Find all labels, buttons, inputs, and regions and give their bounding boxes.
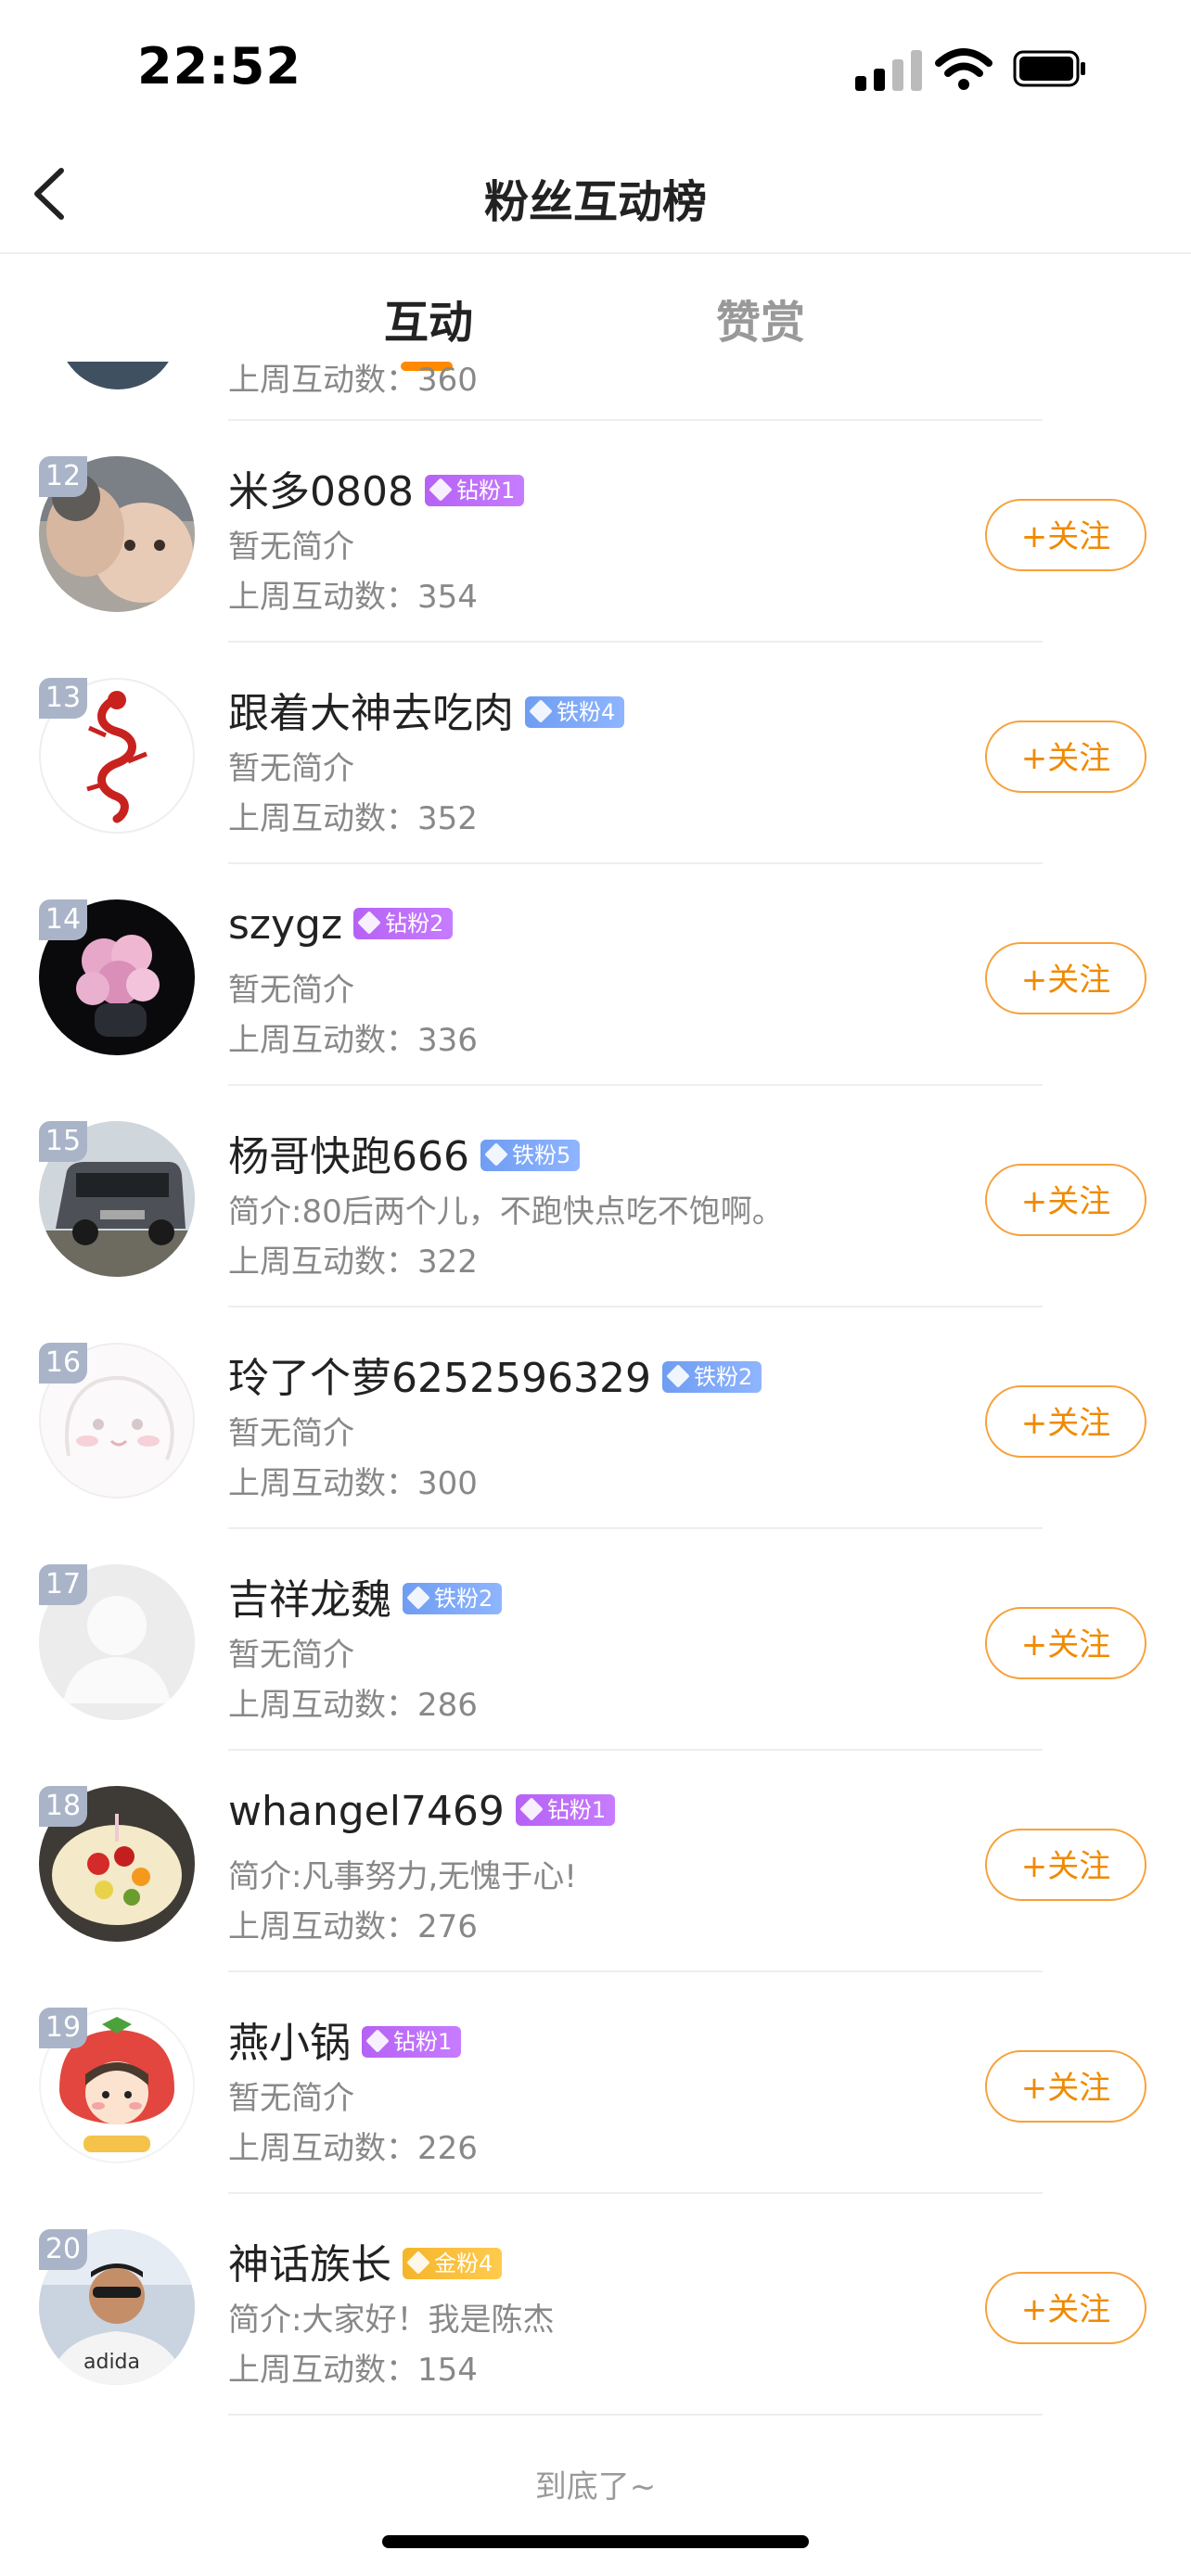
interaction-count: 上周互动数：354 xyxy=(228,579,478,616)
diamond-icon xyxy=(406,1586,430,1610)
interaction-count: 上周互动数：360 xyxy=(228,362,478,399)
rank-badge: 19 xyxy=(39,2008,87,2048)
list-item[interactable]: adida 20 神话族长 金粉4 简介:大家好！我是陈杰 上周互动数：154 +… xyxy=(0,2194,1191,2416)
avatar xyxy=(58,362,178,389)
user-intro: 暂无简介 xyxy=(228,2080,354,2117)
rank-badge: 13 xyxy=(39,678,87,719)
rank-badge: 20 xyxy=(39,2229,87,2270)
follow-button[interactable]: +关注 xyxy=(985,721,1146,793)
battery-icon xyxy=(1013,50,1085,87)
user-intro: 暂无简介 xyxy=(228,972,354,1009)
follow-button[interactable]: +关注 xyxy=(985,1164,1146,1236)
user-name[interactable]: whangel7469 钻粉1 xyxy=(228,1788,616,1835)
list-item[interactable]: 19 燕小锅 钻粉1 暂无简介 上周互动数：226 +关注 xyxy=(0,1972,1191,2194)
divider xyxy=(228,2414,1043,2416)
fan-level-badge: 铁粉2 xyxy=(403,1583,503,1614)
rank-badge: 15 xyxy=(39,1121,87,1162)
user-name[interactable]: szygz 钻粉2 xyxy=(228,901,454,949)
gold-gem-icon xyxy=(406,2251,430,2275)
status-time: 22:52 xyxy=(137,37,301,96)
home-indicator[interactable] xyxy=(382,2535,809,2548)
user-name[interactable]: 杨哥快跑666 铁粉5 xyxy=(228,1123,581,1182)
interaction-count: 上周互动数：226 xyxy=(228,2130,478,2167)
diamond-icon xyxy=(529,699,553,723)
fan-level-badge: 铁粉4 xyxy=(525,696,625,728)
list-item[interactable]: 14 szygz 钻粉2 暂无简介 上周互动数：336 +关注 xyxy=(0,864,1191,1086)
fan-list[interactable]: 上周互动数：360 12 米多0808 钻粉1 暂无简介 上周互动数：354 +关… xyxy=(0,362,1191,2429)
user-intro: 简介:80后两个儿，不跑快点吃不饱啊。 xyxy=(228,1193,784,1231)
svg-text:adida: adida xyxy=(83,2351,140,2374)
interaction-count: 上周互动数：276 xyxy=(228,1908,478,1945)
fan-level-badge: 钻粉2 xyxy=(353,908,454,939)
fan-level-badge: 钻粉1 xyxy=(515,1794,616,1826)
follow-button[interactable]: +关注 xyxy=(985,499,1146,571)
fan-level-badge: 铁粉2 xyxy=(661,1361,762,1393)
user-name[interactable]: 玲了个萝6252596329 铁粉2 xyxy=(228,1345,762,1404)
user-name[interactable]: 米多0808 钻粉1 xyxy=(228,458,525,517)
list-item[interactable]: 12 米多0808 钻粉1 暂无简介 上周互动数：354 +关注 xyxy=(0,421,1191,643)
interaction-count: 上周互动数：154 xyxy=(228,2352,478,2389)
tab-reward[interactable]: 赞赏 xyxy=(716,286,805,351)
end-of-list-text: 到底了~ xyxy=(534,2468,657,2506)
interaction-count: 上周互动数：322 xyxy=(228,1243,478,1281)
diamond-icon xyxy=(429,478,453,502)
follow-button[interactable]: +关注 xyxy=(985,1829,1146,1901)
list-item[interactable]: 16 玲了个萝6252596329 铁粉2 暂无简介 上周互动数：300 +关注 xyxy=(0,1307,1191,1529)
nav-bar: 粉丝互动榜 xyxy=(0,139,1191,254)
rank-badge: 18 xyxy=(39,1786,87,1827)
fan-level-badge: 铁粉5 xyxy=(480,1140,581,1171)
follow-button[interactable]: +关注 xyxy=(985,1385,1146,1458)
diamond-icon xyxy=(484,1142,508,1167)
rank-badge: 14 xyxy=(39,899,87,940)
rank-badge: 17 xyxy=(39,1564,87,1605)
cellular-signal-icon xyxy=(855,50,922,91)
diamond-icon xyxy=(519,1797,544,1821)
interaction-count: 上周互动数：336 xyxy=(228,1022,478,1059)
status-bar: 22:52 xyxy=(0,0,1191,139)
follow-button[interactable]: +关注 xyxy=(985,942,1146,1014)
list-item[interactable]: 13 跟着大神去吃肉 铁粉4 暂无简介 上周互动数：352 +关注 xyxy=(0,643,1191,864)
wifi-icon xyxy=(935,48,992,90)
fan-level-badge: 钻粉1 xyxy=(424,475,525,506)
user-intro: 暂无简介 xyxy=(228,529,354,566)
diamond-icon xyxy=(666,1364,690,1388)
interaction-count: 上周互动数：286 xyxy=(228,1687,478,1724)
list-item[interactable]: 18 whangel7469 钻粉1 简介:凡事努力,无愧于心! 上周互动数：27… xyxy=(0,1751,1191,1972)
fan-level-badge: 钻粉1 xyxy=(362,2026,462,2058)
rank-badge: 16 xyxy=(39,1343,87,1384)
page-title: 粉丝互动榜 xyxy=(483,176,707,228)
user-name[interactable]: 跟着大神去吃肉 铁粉4 xyxy=(228,680,625,739)
user-intro: 简介:大家好！我是陈杰 xyxy=(228,2302,555,2339)
user-intro: 暂无简介 xyxy=(228,1637,354,1674)
follow-button[interactable]: +关注 xyxy=(985,2050,1146,2123)
user-intro: 暂无简介 xyxy=(228,750,354,787)
list-item[interactable]: 15 杨哥快跑666 铁粉5 简介:80后两个儿，不跑快点吃不饱啊。 上周互动数：… xyxy=(0,1086,1191,1307)
tab-bar: 互动 赞赏 xyxy=(0,252,1191,373)
user-intro: 暂无简介 xyxy=(228,1415,354,1452)
interaction-count: 上周互动数：352 xyxy=(228,800,478,837)
follow-button[interactable]: +关注 xyxy=(985,2272,1146,2344)
diamond-icon xyxy=(365,2029,390,2053)
fan-level-badge: 金粉4 xyxy=(403,2248,503,2279)
tab-interaction[interactable]: 互动 xyxy=(384,286,473,351)
user-name[interactable]: 吉祥龙魏 铁粉2 xyxy=(228,1566,503,1626)
user-name[interactable]: 燕小锅 钻粉1 xyxy=(228,2009,462,2069)
follow-button[interactable]: +关注 xyxy=(985,1607,1146,1679)
user-name[interactable]: 神话族长 金粉4 xyxy=(228,2231,503,2290)
rank-badge: 12 xyxy=(39,456,87,497)
diamond-icon xyxy=(357,911,381,935)
interaction-count: 上周互动数：300 xyxy=(228,1465,478,1502)
list-item[interactable]: 17 吉祥龙魏 铁粉2 暂无简介 上周互动数：286 +关注 xyxy=(0,1529,1191,1751)
user-intro: 简介:凡事努力,无愧于心! xyxy=(228,1858,577,1895)
list-item-partial: 上周互动数：360 xyxy=(0,362,1191,421)
